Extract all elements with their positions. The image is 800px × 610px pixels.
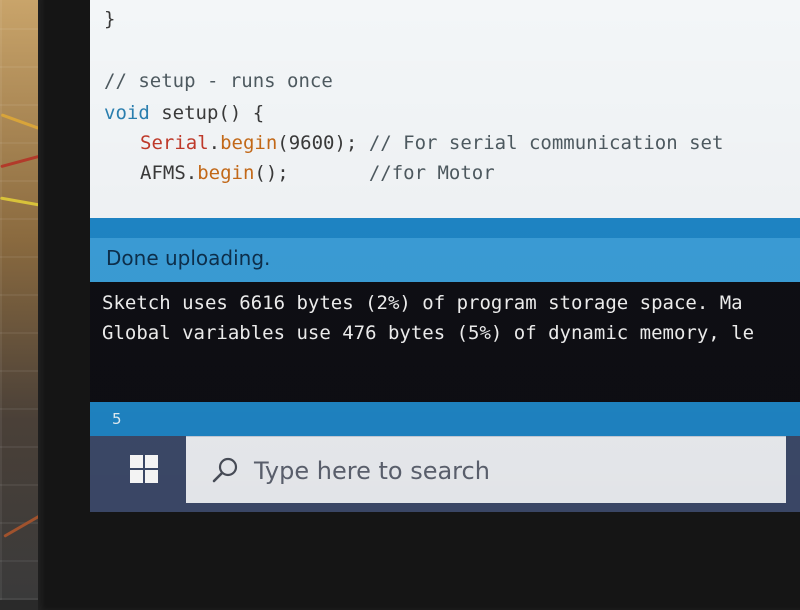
code-comment: //for Motor xyxy=(368,162,495,184)
code-line: void setup() { xyxy=(104,102,265,124)
start-button[interactable] xyxy=(108,436,180,502)
code-editor[interactable]: } // setup - runs once void setup() { Se… xyxy=(90,0,800,218)
console-line: Global variables use 476 bytes (5%) of d… xyxy=(102,322,755,344)
search-placeholder: Type here to search xyxy=(254,457,490,485)
line-number: 5 xyxy=(112,410,122,428)
output-console[interactable]: Sketch uses 6616 bytes (2%) of program s… xyxy=(90,282,800,402)
code-comment: // For serial communication set xyxy=(368,132,724,154)
code-line: } xyxy=(104,8,116,30)
code-line: AFMS.begin(); //for Motor xyxy=(140,162,495,184)
code-object: Serial xyxy=(140,132,209,154)
code-keyword: void xyxy=(104,102,150,124)
code-function: begin xyxy=(220,132,278,154)
taskbar-search-box[interactable]: Type here to search xyxy=(186,436,786,503)
windows-logo-icon xyxy=(130,455,158,483)
code-line: Serial.begin(9600); // For serial commun… xyxy=(140,132,724,154)
upload-status-text: Done uploading. xyxy=(106,246,271,270)
line-number-bar xyxy=(90,402,800,436)
code-comment: // setup - runs once xyxy=(104,70,333,92)
monitor-screen: } // setup - runs once void setup() { Se… xyxy=(90,0,800,512)
code-function: begin xyxy=(197,162,255,184)
code-line: // setup - runs once xyxy=(104,70,333,92)
windows-taskbar: Type here to search xyxy=(90,436,800,512)
search-icon xyxy=(212,457,238,483)
console-line: Sketch uses 6616 bytes (2%) of program s… xyxy=(102,292,743,314)
